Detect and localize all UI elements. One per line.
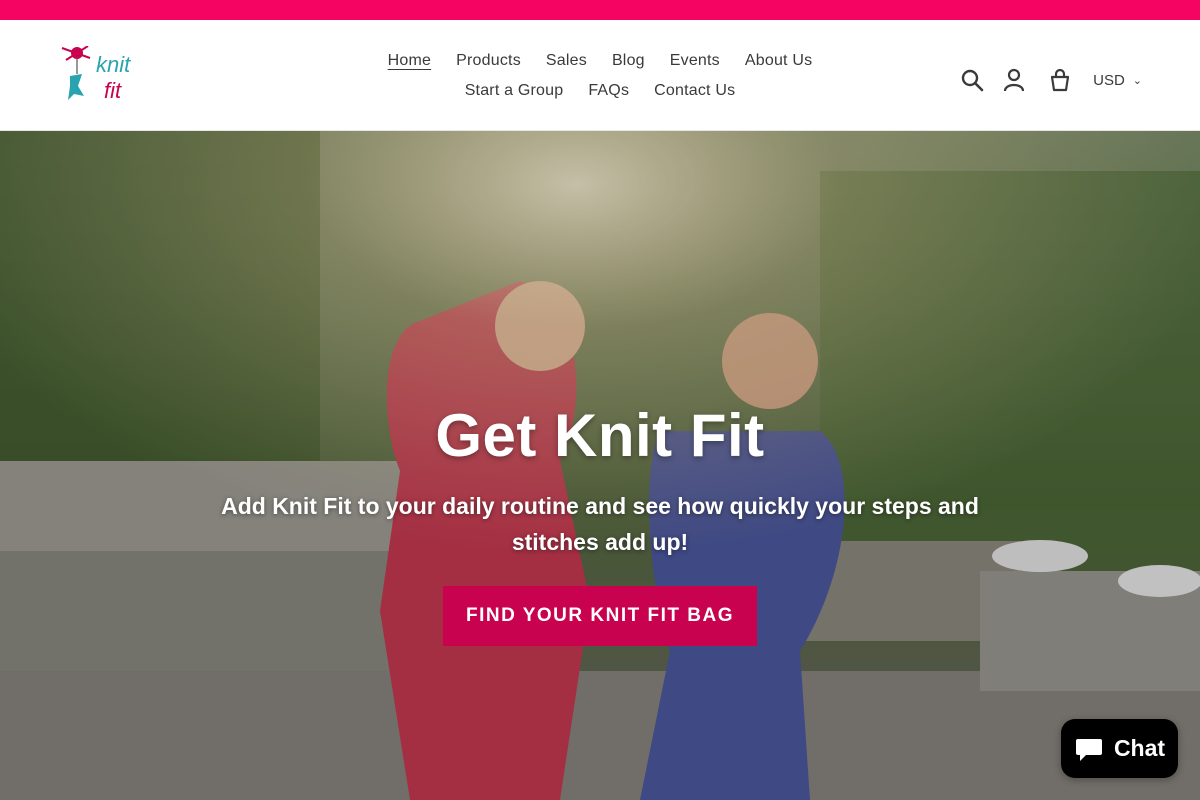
hero-content: Get Knit Fit Add Knit Fit to your daily … xyxy=(0,401,1200,646)
search-icon[interactable] xyxy=(959,67,985,93)
currency-value: USD xyxy=(1093,71,1125,89)
announcement-bar xyxy=(0,0,1200,20)
nav-sales[interactable]: Sales xyxy=(546,52,587,70)
nav-start-a-group[interactable]: Start a Group xyxy=(465,82,564,100)
logo[interactable]: knit fit xyxy=(60,45,140,104)
site-header: knit fit Home Products Sales Blog Events… xyxy=(0,20,1200,131)
nav-home[interactable]: Home xyxy=(388,52,431,70)
chat-label: Chat xyxy=(1113,735,1166,761)
hero-subtitle: Add Knit Fit to your daily routine and s… xyxy=(221,493,979,555)
nav-row-1: Home Products Sales Blog Events About Us xyxy=(340,46,860,76)
nav-blog[interactable]: Blog xyxy=(612,52,645,70)
nav-events[interactable]: Events xyxy=(670,52,720,70)
nav-about-us[interactable]: About Us xyxy=(745,52,812,70)
nav-contact-us[interactable]: Contact Us xyxy=(654,82,735,100)
cart-icon[interactable] xyxy=(1047,67,1073,93)
knitfit-logo-icon: knit fit xyxy=(61,45,131,103)
hero-banner: Get Knit Fit Add Knit Fit to your daily … xyxy=(0,131,1200,800)
nav-faqs[interactable]: FAQs xyxy=(588,82,629,100)
main-nav: Home Products Sales Blog Events About Us… xyxy=(340,46,860,106)
currency-selector[interactable]: USD ⌄ xyxy=(1093,72,1142,89)
account-icon[interactable] xyxy=(1001,67,1027,93)
header-icons: USD ⌄ xyxy=(943,67,1142,93)
nav-products[interactable]: Products xyxy=(456,52,521,70)
chevron-down-icon: ⌄ xyxy=(1132,74,1142,87)
svg-text:knit: knit xyxy=(96,52,131,77)
hero-title: Get Knit Fit xyxy=(435,402,765,469)
chat-bubble-icon xyxy=(1075,738,1102,761)
nav-row-2: Start a Group FAQs Contact Us xyxy=(340,76,860,106)
svg-text:fit: fit xyxy=(104,78,122,103)
chat-button[interactable]: Chat xyxy=(1061,719,1178,778)
find-your-bag-button[interactable]: FIND YOUR KNIT FIT BAG xyxy=(442,586,758,646)
